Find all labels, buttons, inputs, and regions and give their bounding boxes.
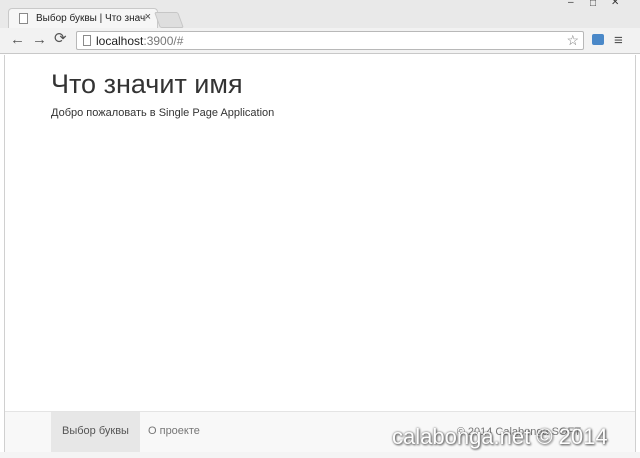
close-window-icon[interactable]: ✕ bbox=[611, 0, 619, 8]
watermark: calabonga.net © 2014 bbox=[392, 424, 608, 449]
menu-icon[interactable]: ≡ bbox=[614, 32, 623, 49]
page-subtitle: Добро пожаловать в Single Page Applicati… bbox=[51, 107, 275, 119]
extension-icon[interactable] bbox=[592, 34, 604, 45]
browser-chrome: Выбор буквы | Что значи × – □ ✕ ← → ⟳ lo… bbox=[0, 0, 640, 54]
page-info-icon[interactable] bbox=[83, 35, 91, 46]
url-path: :3900/# bbox=[143, 34, 184, 48]
nav-item-letter-choice[interactable]: Выбор буквы bbox=[51, 412, 140, 452]
maximize-icon[interactable]: □ bbox=[590, 0, 596, 9]
bottom-strip bbox=[0, 452, 640, 458]
reload-icon[interactable]: ⟳ bbox=[54, 31, 67, 47]
bookmark-star-icon[interactable]: ☆ bbox=[566, 32, 579, 49]
new-tab-button[interactable] bbox=[154, 12, 184, 28]
title-bar: Выбор буквы | Что значи × – □ ✕ bbox=[0, 0, 640, 29]
page-viewport: Что значит имя Добро пожаловать в Single… bbox=[4, 55, 636, 458]
page-icon bbox=[19, 13, 28, 24]
browser-tab-active[interactable]: Выбор буквы | Что значи × bbox=[8, 8, 158, 29]
address-bar[interactable]: localhost:3900/# ☆ bbox=[76, 31, 584, 50]
url-text[interactable]: localhost:3900/# bbox=[96, 34, 183, 48]
url-host: localhost bbox=[96, 34, 144, 48]
browser-toolbar: ← → ⟳ localhost:3900/# ☆ ≡ bbox=[0, 28, 640, 54]
forward-arrow-icon[interactable]: → bbox=[32, 32, 47, 48]
tab-title: Выбор буквы | Что значи bbox=[36, 13, 146, 24]
tab-close-icon[interactable]: × bbox=[145, 11, 151, 23]
nav-item-about[interactable]: О проекте bbox=[137, 412, 211, 452]
back-arrow-icon[interactable]: ← bbox=[10, 32, 25, 48]
minimize-icon[interactable]: – bbox=[568, 0, 574, 8]
page-title: Что значит имя bbox=[51, 69, 243, 99]
